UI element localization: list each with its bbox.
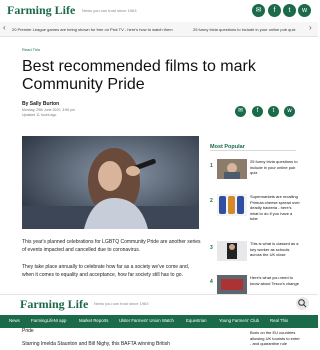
most-popular-item[interactable]: Here's what you need to know about Tesco… (250, 275, 300, 293)
article-thumbnail[interactable] (217, 194, 247, 216)
rank-number: 2 (210, 198, 213, 204)
nav-item-app[interactable]: FarmingLifeNI app (31, 318, 66, 323)
nav-item-ufu-watch[interactable]: Ulster Farmers' Union Watch (119, 318, 174, 323)
nav-item-market-reports[interactable]: Market Reports (79, 318, 108, 323)
nav-item-equestrian[interactable]: Equestrian (186, 318, 207, 323)
rank-number: 5 (210, 320, 213, 326)
article-paragraph: Starring Imelda Staunton and Bill Nighy,… (22, 341, 170, 347)
email-icon[interactable]: ✉ (252, 4, 265, 17)
most-popular-item[interactable]: Boris on the EU countries allowing UK to… (250, 330, 300, 348)
rank-number: 4 (210, 279, 213, 285)
facebook-share-icon[interactable]: f (252, 106, 263, 117)
chevron-left-icon[interactable]: ‹ (3, 23, 6, 32)
ticker-item[interactable]: 20 Premier League games are being shown … (12, 27, 173, 32)
whatsapp-icon[interactable]: w (298, 4, 311, 17)
section-label[interactable]: Read This (22, 47, 40, 52)
article-thumbnail[interactable] (217, 159, 247, 179)
search-button[interactable] (296, 297, 309, 310)
article-paragraph: This year's planned celebrations for LGB… (22, 239, 201, 253)
divider (210, 150, 296, 151)
sticky-logo[interactable]: Farming Life (20, 297, 88, 312)
twitter-share-icon[interactable]: t (268, 106, 279, 117)
site-tagline: News you can trust since 1963 (82, 8, 137, 13)
article-subheading: Pride (22, 328, 34, 334)
most-popular-item[interactable]: 25 funny trivia questions to include in … (250, 159, 300, 176)
nav-item-read-this[interactable]: Real This (270, 318, 288, 323)
site-logo[interactable]: Farming Life (7, 3, 75, 18)
sticky-tagline: News you can trust since 1963 (94, 301, 149, 306)
facebook-icon[interactable]: f (268, 4, 281, 17)
author-byline[interactable]: By Sally Burton (22, 101, 59, 107)
rank-number: 3 (210, 245, 213, 251)
email-share-icon[interactable]: ✉ (235, 106, 246, 117)
published-date: Monday, 29th June 2020, 3:56 pm (22, 108, 75, 112)
twitter-icon[interactable]: t (283, 4, 296, 17)
chevron-right-icon[interactable]: › (309, 23, 312, 32)
rank-number: 1 (210, 163, 213, 169)
whatsapp-share-icon[interactable]: w (284, 106, 295, 117)
ticker-item[interactable]: 25 funny trivia questions to include in … (193, 27, 296, 32)
article-thumbnail[interactable] (217, 241, 247, 261)
most-popular-item[interactable]: Supermarkets are recalling Primula chees… (250, 194, 300, 222)
article-thumbnail[interactable] (217, 275, 247, 295)
article-paragraph: They take place annually to celebrate ho… (22, 264, 190, 278)
most-popular-item[interactable]: This is what is classed as a key worker … (250, 241, 300, 258)
article-headline: Best recommended films to mark Community… (22, 58, 256, 93)
hero-image (22, 136, 199, 229)
nav-item-news[interactable]: News (9, 318, 20, 323)
updated-date: Updated 11 hours ago (22, 113, 57, 117)
nav-item-young-farmers[interactable]: Young Farmers' Club (219, 318, 259, 323)
